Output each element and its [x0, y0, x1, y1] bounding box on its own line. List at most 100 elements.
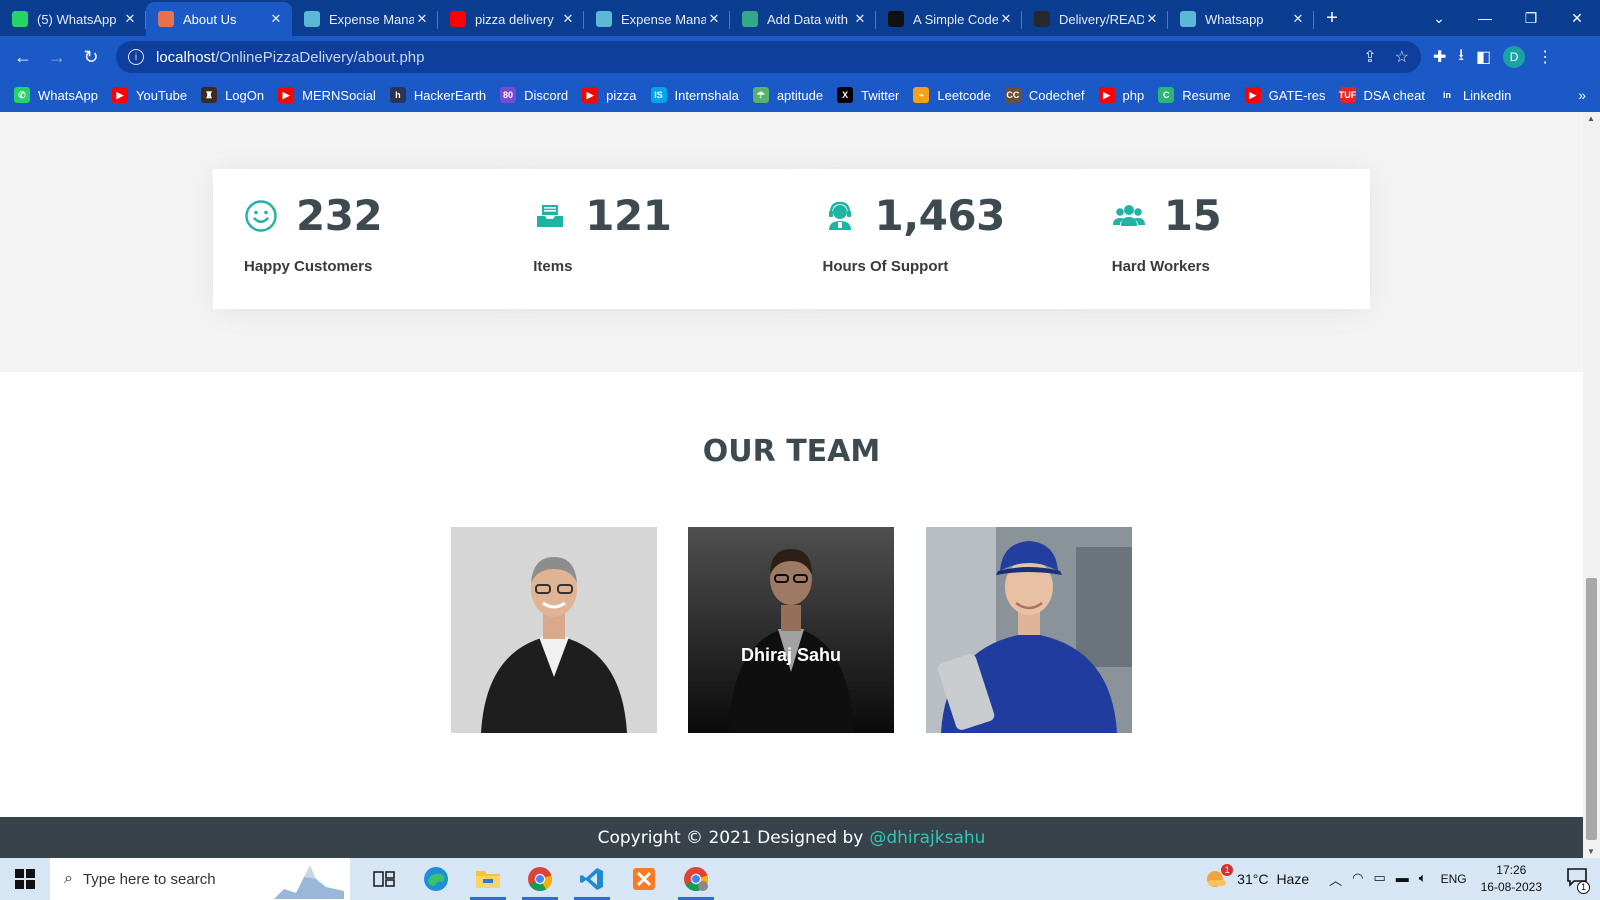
page-viewport: 232 Happy Customers 121 Items 1,463 Hour… [0, 112, 1583, 858]
bookmark-label: GATE-res [1268, 87, 1326, 103]
wifi-icon[interactable]: ◠ [1352, 870, 1363, 889]
bookmark-item[interactable]: ▶ php [1098, 87, 1145, 103]
bookmarks-bar: ✆ WhatsApp ▶ YouTube ♜ LogOn ▶ MERNSocial h Hacke… [0, 78, 1600, 112]
bookmark-star-icon[interactable]: ☆ [1395, 47, 1409, 67]
bookmark-item[interactable]: ⌁ Leetcode [913, 87, 991, 103]
close-tab-icon[interactable]: ✕ [852, 11, 868, 27]
close-window-button[interactable]: ✕ [1554, 10, 1600, 27]
close-tab-icon[interactable]: ✕ [560, 11, 576, 27]
team-member-card[interactable]: Dhiraj Sahu [688, 527, 894, 733]
bookmark-item[interactable]: h HackerEarth [389, 87, 486, 103]
team-member-card[interactable] [926, 527, 1132, 733]
bookmark-item[interactable]: IS Internshala [650, 87, 739, 103]
extensions-icon[interactable]: ✚ [1433, 47, 1446, 67]
tab-search-icon[interactable]: ⌄ [1416, 10, 1462, 27]
browser-tab[interactable]: A Simple Code ✕ [876, 2, 1022, 36]
device-icon[interactable]: ▭ [1373, 870, 1385, 889]
scroll-down-icon[interactable]: ▼ [1587, 847, 1595, 856]
tab-list: (5) WhatsApp ✕ About Us ✕ Expense Mana ✕ pizza… [0, 0, 1314, 36]
github-icon [1034, 11, 1050, 27]
task-view-icon[interactable] [358, 858, 410, 900]
close-tab-icon[interactable]: ✕ [414, 11, 430, 27]
bookmark-item[interactable]: ▶ pizza [582, 87, 637, 103]
xampp-icon[interactable] [618, 858, 670, 900]
bookmark-favicon-icon: ▶ [1244, 87, 1261, 103]
address-bar[interactable]: i localhost/OnlinePizzaDelivery/about.ph… [116, 41, 1421, 73]
reload-button[interactable]: ↻ [74, 47, 108, 68]
bookmark-item[interactable]: ▶ YouTube [111, 87, 187, 103]
bookmark-favicon-icon: IS [650, 87, 667, 103]
bookmark-favicon-icon: ▶ [582, 87, 599, 103]
close-tab-icon[interactable]: ✕ [122, 11, 138, 27]
start-button[interactable] [0, 858, 50, 900]
tab-title: Whatsapp [1205, 11, 1264, 27]
bookmark-item[interactable]: in Linkedin [1438, 87, 1511, 103]
team-member-photo [451, 527, 657, 733]
minimize-button[interactable]: — [1462, 10, 1508, 26]
scrollbar-thumb[interactable] [1586, 578, 1597, 840]
side-panel-icon[interactable]: ◧ [1476, 47, 1491, 67]
clock[interactable]: 17:26 16-08-2023 [1481, 862, 1542, 896]
restore-button[interactable]: ❐ [1508, 10, 1554, 27]
profile-avatar[interactable]: D [1503, 46, 1526, 68]
notifications-icon[interactable]: 1 [1562, 867, 1592, 894]
edge-browser-icon[interactable] [410, 858, 462, 900]
bookmark-item[interactable]: 80 Discord [500, 87, 568, 103]
browser-tab[interactable]: pizza delivery ✕ [438, 2, 584, 36]
taskbar-search[interactable]: ⌕ Type here to search [50, 858, 350, 900]
tab-title: A Simple Code [913, 11, 998, 27]
menu-icon[interactable]: ⋮ [1537, 47, 1553, 67]
forward-button[interactable]: → [40, 47, 74, 68]
clock-date: 16-08-2023 [1480, 880, 1542, 894]
close-tab-icon[interactable]: ✕ [998, 11, 1014, 27]
close-tab-icon[interactable]: ✕ [1144, 11, 1160, 27]
show-hidden-icons-chevron-icon[interactable]: ︿ [1329, 870, 1342, 889]
weather-alert-icon: 1 [1205, 863, 1234, 891]
new-tab-button[interactable]: + [1314, 0, 1350, 36]
downloads-icon[interactable]: ⭳ [1458, 44, 1464, 71]
bookmark-favicon-icon: ⌁ [913, 87, 930, 103]
team-member-card[interactable] [451, 527, 657, 733]
browser-tab[interactable]: Expense Mana ✕ [292, 2, 438, 36]
bookmark-favicon-icon: h [389, 87, 406, 103]
share-icon[interactable]: ⇪ [1363, 47, 1376, 67]
pizza-icon [158, 11, 174, 27]
site-info-icon[interactable]: i [128, 49, 144, 65]
bookmark-item[interactable]: ✆ WhatsApp [14, 87, 98, 103]
bookmark-item[interactable]: TUF DSA cheat [1339, 87, 1425, 103]
bookmark-item[interactable]: ☂ aptitude [752, 87, 823, 103]
bookmark-item[interactable]: CC Codechef [1004, 87, 1085, 103]
close-tab-icon[interactable]: ✕ [706, 11, 722, 27]
browser-tab[interactable]: Whatsapp ✕ [1168, 2, 1314, 36]
back-button[interactable]: ← [6, 47, 40, 68]
scroll-up-icon[interactable]: ▲ [1587, 114, 1595, 123]
battery-icon[interactable]: ▬ [1396, 870, 1409, 889]
bookmark-label: Twitter [861, 87, 900, 103]
bookmark-item[interactable]: ▶ GATE-res [1244, 87, 1326, 103]
footer-author-link[interactable]: @dhirajksahu [869, 828, 985, 848]
file-explorer-icon[interactable] [462, 858, 514, 900]
vscode-icon[interactable] [566, 858, 618, 900]
bookmark-item[interactable]: ♜ LogOn [201, 87, 264, 103]
chrome-icon[interactable] [514, 858, 566, 900]
close-tab-icon[interactable]: ✕ [1290, 11, 1306, 27]
volume-icon[interactable]: 🔈︎ [1419, 870, 1427, 889]
bookmark-label: php [1122, 87, 1145, 103]
weather-widget[interactable]: 1 31°C Haze [1205, 863, 1309, 891]
stat-label: Hard Workers [1111, 258, 1210, 275]
browser-tab[interactable]: (5) WhatsApp ✕ [0, 2, 146, 36]
browser-tab[interactable]: Add Data with ✕ [730, 2, 876, 36]
close-tab-icon[interactable]: ✕ [268, 11, 284, 27]
input-language[interactable]: ENG [1441, 872, 1467, 886]
chrome-profile-icon[interactable] [670, 858, 722, 900]
browser-tab[interactable]: Delivery/READ ✕ [1022, 2, 1168, 36]
browser-tab[interactable]: About Us ✕ [146, 2, 292, 36]
bookmark-item[interactable]: X Twitter [837, 87, 899, 103]
bookmark-item[interactable]: ▶ MERNSocial [278, 87, 376, 103]
bookmarks-overflow-button[interactable]: » [1578, 87, 1586, 103]
bookmark-item[interactable]: C Resume [1158, 87, 1231, 103]
browser-tab[interactable]: Expense Mana ✕ [584, 2, 730, 36]
bookmark-favicon-icon: 80 [500, 87, 517, 103]
tab-title: Delivery/READ [1059, 11, 1144, 27]
page-scrollbar[interactable]: ▲ ▼ [1583, 112, 1600, 858]
